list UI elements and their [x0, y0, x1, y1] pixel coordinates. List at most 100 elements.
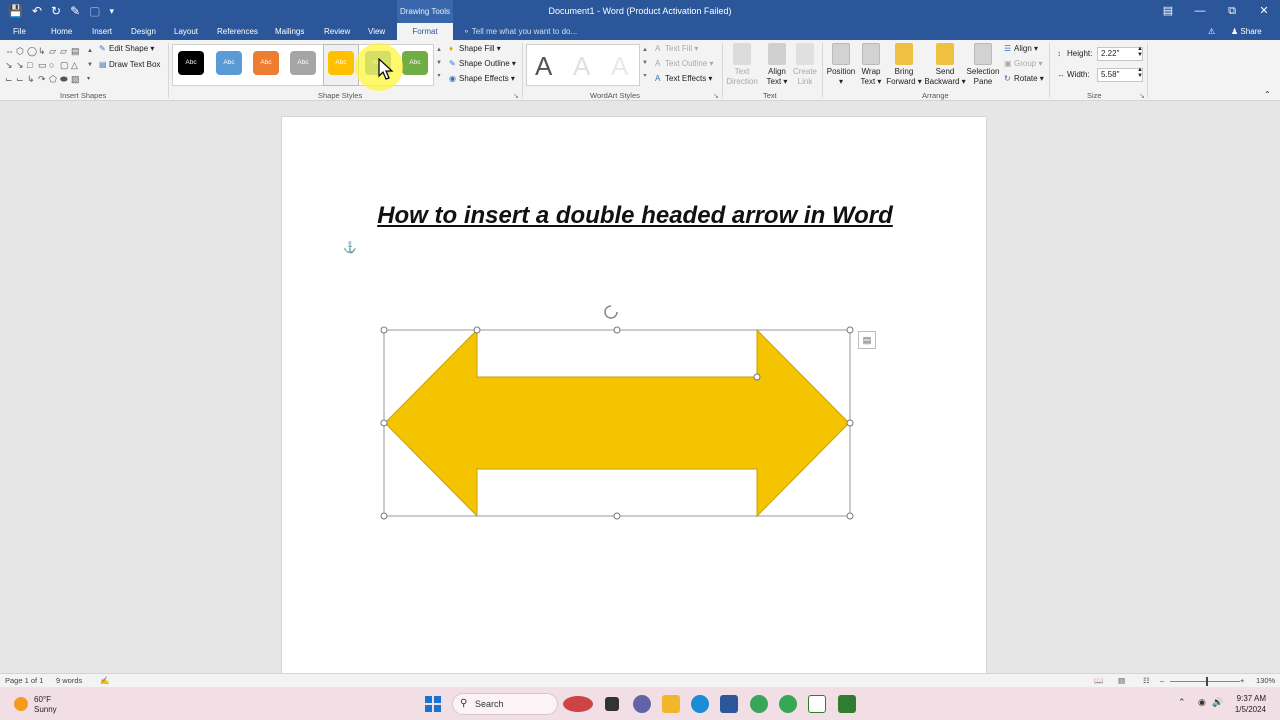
windows-start-icon[interactable]: [425, 696, 441, 712]
size-launcher-icon[interactable]: ↘: [1139, 92, 1145, 100]
shape-styles-launcher-icon[interactable]: ↘: [513, 92, 519, 100]
read-mode-icon[interactable]: 📖: [1094, 676, 1103, 685]
text-fill-button[interactable]: A Text Fill ▾: [655, 44, 698, 53]
tab-home[interactable]: Home: [51, 23, 72, 40]
handle-middle-left[interactable]: [380, 419, 388, 427]
draw-text-box-button[interactable]: ▤ Draw Text Box: [99, 60, 160, 69]
tab-format[interactable]: Format: [397, 23, 453, 40]
shape-pentagon-icon[interactable]: ⬠: [49, 74, 57, 84]
close-button[interactable]: ✕: [1248, 0, 1280, 23]
position-button[interactable]: Position ▾: [824, 43, 858, 87]
edge-browser-icon[interactable]: [691, 695, 709, 713]
tab-design[interactable]: Design: [131, 23, 156, 40]
create-link-button[interactable]: Create Link: [792, 43, 818, 87]
tab-layout[interactable]: Layout: [174, 23, 198, 40]
taskbar-search[interactable]: ⚲ Search: [452, 693, 558, 715]
align-button[interactable]: ☰ Align ▾: [1004, 44, 1038, 53]
tab-references[interactable]: References: [217, 23, 258, 40]
web-layout-icon[interactable]: ☷: [1143, 676, 1150, 685]
shape-rounded-rect-icon[interactable]: ▢: [60, 60, 69, 70]
camtasia-app-icon[interactable]: [808, 695, 826, 713]
word-app-icon[interactable]: [720, 695, 738, 713]
text-effects-button[interactable]: A Text Effects ▾: [655, 74, 712, 83]
gallery-more-icon[interactable]: ▾: [87, 74, 90, 84]
shape-textbox-icon[interactable]: ▤: [71, 46, 80, 56]
text-outline-button[interactable]: A Text Outline ▾: [655, 59, 714, 68]
teams-chat-icon[interactable]: [633, 695, 651, 713]
camtasia-recorder-icon[interactable]: [838, 695, 856, 713]
shape-double-arrow-icon[interactable]: ⇔: [5, 46, 14, 56]
tab-insert[interactable]: Insert: [92, 23, 112, 40]
wordart-style-1[interactable]: A: [535, 51, 552, 81]
warning-icon[interactable]: ⚠: [1208, 23, 1215, 40]
style-swatch-5[interactable]: Abc: [328, 51, 354, 75]
wordart-launcher-icon[interactable]: ↘: [713, 92, 719, 100]
shapes-gallery[interactable]: ⇔ ⬡ ◯ ↳ ▱ ▱ ▤ ↘ ↘ □ ▭ ○ ▢ △ ⌙ ⌙ ↳ ↷ ⬠ ⬬ …: [5, 44, 93, 86]
zoom-slider[interactable]: [1170, 681, 1240, 682]
shape-triangle-icon[interactable]: △: [71, 60, 78, 70]
style-swatch-3[interactable]: Abc: [253, 51, 279, 75]
style-swatch-2[interactable]: Abc: [216, 51, 242, 75]
restore-button[interactable]: ⧉: [1216, 0, 1248, 23]
styles-scroll[interactable]: ▲ ▼ ▾: [435, 44, 443, 86]
send-backward-button[interactable]: Send Backward ▾: [924, 43, 966, 87]
selection-pane-button[interactable]: Selection Pane: [965, 43, 1001, 87]
touch-mode-icon[interactable]: ✎: [70, 3, 80, 19]
gallery-up-icon[interactable]: ▲: [87, 46, 93, 56]
save-icon[interactable]: 💾: [8, 3, 23, 19]
double-headed-arrow-shape[interactable]: [384, 328, 850, 518]
shape-rect2-icon[interactable]: ▭: [38, 60, 47, 70]
wordart-style-3[interactable]: A: [611, 51, 628, 81]
collapse-ribbon-icon[interactable]: ⌃: [1264, 90, 1271, 99]
shape-line-icon[interactable]: ▱: [49, 46, 56, 56]
chrome-profile-icon[interactable]: [779, 695, 797, 713]
task-view-icon[interactable]: [605, 697, 619, 711]
adjust-handle-head[interactable]: [473, 326, 481, 334]
group-button[interactable]: ▣ Group ▾: [1004, 59, 1042, 68]
shape-curve-icon[interactable]: ↷: [38, 74, 46, 84]
adjust-handle-shaft[interactable]: [753, 373, 761, 381]
tell-me-search[interactable]: ⚬ Tell me what you want to do...: [463, 23, 577, 40]
shape-fill-button[interactable]: ♦ Shape Fill ▾: [449, 44, 501, 53]
edit-shape-button[interactable]: ✎ Edit Shape ▾: [99, 44, 154, 53]
shape-misc-icon[interactable]: ▧: [71, 74, 80, 84]
handle-top-right[interactable]: [846, 326, 854, 334]
tab-view[interactable]: View: [368, 23, 385, 40]
undo-icon[interactable]: ↶: [32, 3, 42, 19]
word-count[interactable]: 9 words: [56, 676, 82, 685]
shape-bracket-icon[interactable]: ↳: [27, 74, 35, 84]
style-swatch-1[interactable]: Abc: [178, 51, 204, 75]
height-spinner-icon[interactable]: ▲ ▼: [1137, 46, 1143, 58]
share-button[interactable]: ♟ Share: [1231, 23, 1262, 40]
shape-elbow-icon[interactable]: ↳: [38, 46, 46, 56]
text-direction-button[interactable]: Text Direction: [722, 43, 762, 87]
file-explorer-icon[interactable]: [662, 695, 680, 713]
handle-bottom-left[interactable]: [380, 512, 388, 520]
print-layout-icon[interactable]: ▤: [1118, 676, 1125, 685]
wordart-style-2[interactable]: A: [573, 51, 590, 81]
page-count[interactable]: Page 1 of 1: [5, 676, 43, 685]
chrome-app-icon[interactable]: [750, 695, 768, 713]
handle-middle-right[interactable]: [846, 419, 854, 427]
wifi-icon[interactable]: ◉: [1198, 697, 1206, 708]
shape-connector2-icon[interactable]: ⌙: [16, 74, 24, 84]
zoom-out-icon[interactable]: –: [1160, 676, 1164, 685]
handle-bottom-center[interactable]: [613, 512, 621, 520]
shape-freeform-icon[interactable]: ⬬: [60, 74, 68, 84]
zoom-slider-thumb[interactable]: [1206, 677, 1208, 686]
handle-top-center[interactable]: [613, 326, 621, 334]
volume-icon[interactable]: 🔊: [1212, 697, 1223, 708]
align-text-button[interactable]: Align Text ▾: [762, 43, 792, 87]
zoom-in-icon[interactable]: +: [1240, 676, 1244, 685]
shape-ellipse-icon[interactable]: ○: [49, 60, 54, 70]
rotate-handle-icon[interactable]: [604, 305, 618, 319]
system-clock[interactable]: 9:37 AM 1/5/2024: [1230, 693, 1266, 715]
shape-rect-icon[interactable]: □: [27, 60, 32, 70]
bring-forward-button[interactable]: Bring Forward ▾: [884, 43, 924, 87]
shape-outline-button[interactable]: ✎ Shape Outline ▾: [449, 59, 516, 68]
handle-top-left[interactable]: [380, 326, 388, 334]
tab-file[interactable]: File: [13, 23, 26, 40]
tab-review[interactable]: Review: [324, 23, 350, 40]
style-swatch-7[interactable]: Abc: [402, 51, 428, 75]
shape-circle-icon[interactable]: ◯: [27, 46, 37, 56]
